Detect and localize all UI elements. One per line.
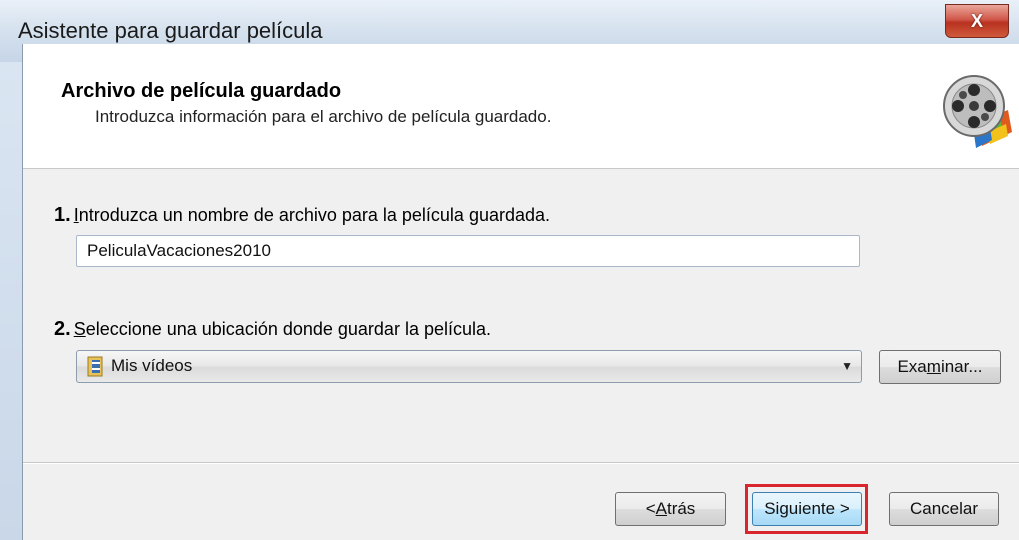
chevron-down-icon[interactable]: ▼ bbox=[841, 359, 853, 373]
browse-label-a: Exa bbox=[897, 357, 927, 376]
wizard-body: Archivo de película guardado Introduzca … bbox=[22, 44, 1019, 540]
video-folder-icon bbox=[87, 356, 103, 377]
film-reel-icon bbox=[943, 75, 1012, 148]
step1-text: ntroduzca un nombre de archivo para la p… bbox=[78, 205, 551, 225]
browse-label-b: inar... bbox=[940, 357, 983, 376]
step1-label: 1. Introduzca un nombre de archivo para l… bbox=[54, 204, 550, 227]
step2-accesskey: S bbox=[73, 319, 86, 339]
location-dropdown[interactable]: Mis vídeos ▼ bbox=[76, 350, 862, 383]
browse-accesskey: m bbox=[926, 357, 941, 376]
filename-input[interactable] bbox=[76, 235, 860, 267]
save-movie-wizard-window: Asistente para guardar película X Archiv… bbox=[0, 0, 1019, 540]
window-title: Asistente para guardar película bbox=[18, 18, 323, 43]
footer-divider bbox=[23, 462, 1019, 464]
close-button[interactable]: X bbox=[945, 4, 1009, 38]
step2-label: 2. Seleccione una ubicación donde guardar… bbox=[54, 318, 491, 341]
page-title: Archivo de película guardado bbox=[61, 80, 342, 102]
cancel-label: Cancelar bbox=[909, 499, 979, 518]
back-label-a: < bbox=[645, 499, 656, 518]
back-label-b: trás bbox=[666, 499, 696, 518]
back-button[interactable]: < Atrás bbox=[615, 492, 726, 526]
location-selected-value: Mis vídeos bbox=[111, 356, 193, 375]
step2-text: eleccione una ubicación donde guardar la… bbox=[85, 319, 491, 339]
browse-button[interactable]: Exa m inar... bbox=[879, 350, 1001, 384]
step1-number: 1. bbox=[54, 204, 71, 226]
next-button-highlight bbox=[745, 484, 868, 534]
step2-number: 2. bbox=[54, 318, 71, 340]
close-icon: X bbox=[970, 10, 983, 31]
cancel-button[interactable]: Cancelar bbox=[889, 492, 999, 526]
page-subtitle: Introduzca información para el archivo d… bbox=[95, 107, 552, 126]
back-accesskey: A bbox=[655, 499, 667, 518]
wizard-header: Archivo de película guardado Introduzca … bbox=[23, 44, 1019, 169]
